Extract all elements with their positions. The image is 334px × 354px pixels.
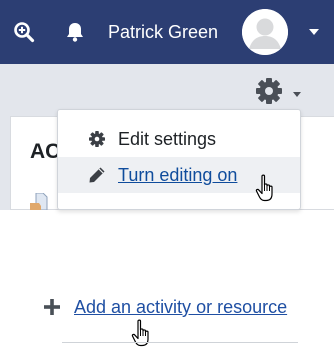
add-activity-link[interactable]: Add an activity or resource [43, 296, 287, 318]
add-activity-label: Add an activity or resource [74, 297, 288, 317]
menu-item-label: Turn editing on [118, 165, 238, 185]
menu-item-label: Edit settings [118, 129, 217, 149]
chevron-down-icon [293, 92, 301, 97]
avatar-icon[interactable] [242, 9, 288, 55]
search-plus-icon[interactable] [11, 19, 37, 45]
menu-item-edit-settings[interactable]: Edit settings [58, 121, 300, 157]
gear-icon [256, 78, 282, 104]
top-navbar: Patrick Green [0, 0, 334, 64]
settings-menu-trigger[interactable] [254, 76, 304, 106]
pencil-icon [88, 166, 106, 184]
course-title: AC [30, 140, 61, 163]
menu-item-turn-editing-on[interactable]: Turn editing on [58, 157, 300, 193]
document-icon[interactable] [30, 192, 50, 211]
plus-icon [43, 298, 61, 316]
bell-icon[interactable] [62, 19, 88, 45]
gear-icon [88, 130, 106, 148]
section-divider [62, 342, 298, 343]
page: Patrick Green AC Edit settings Turn edit… [0, 0, 334, 354]
caret-down-icon[interactable] [309, 29, 319, 35]
user-name[interactable]: Patrick Green [108, 20, 218, 44]
settings-dropdown-menu: Edit settings Turn editing on [57, 109, 301, 210]
